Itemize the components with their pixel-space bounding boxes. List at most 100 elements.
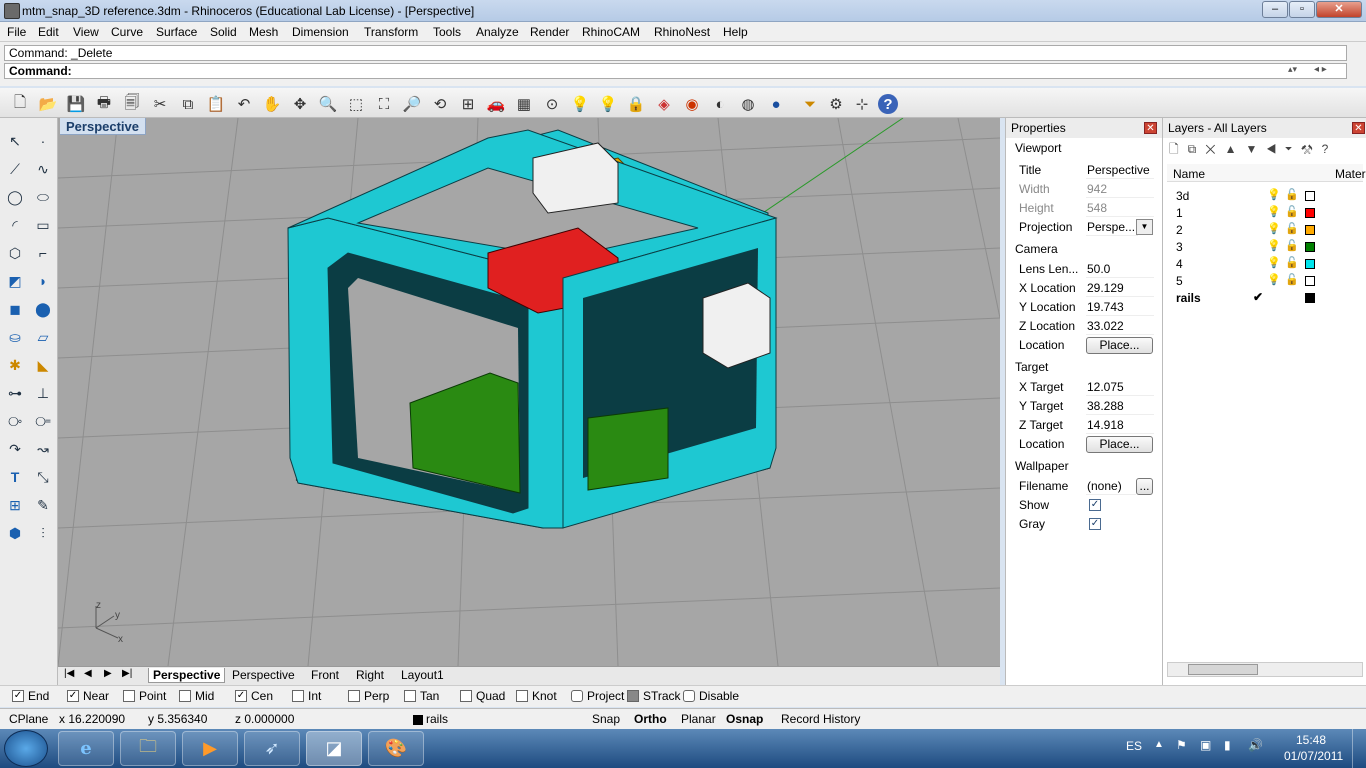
target-place-button[interactable]: Place... bbox=[1086, 436, 1153, 453]
internet-explorer-icon[interactable]: e bbox=[58, 731, 114, 766]
filter-layer-icon[interactable]: ⏷ bbox=[1285, 142, 1301, 156]
osnap-end[interactable]: ✓ End bbox=[12, 689, 49, 703]
ellipse-icon[interactable]: ⬭ bbox=[32, 186, 54, 208]
menu-surface[interactable]: Surface bbox=[156, 25, 197, 39]
menu-help[interactable]: Help bbox=[723, 25, 748, 39]
lock-icon[interactable]: 🔒 bbox=[626, 94, 646, 114]
layers-close-icon[interactable]: ✕ bbox=[1352, 122, 1365, 134]
array-icon[interactable]: ⊞ bbox=[4, 494, 26, 516]
scrollbar-thumb[interactable] bbox=[1188, 664, 1258, 675]
osnap-quad[interactable]: Quad bbox=[460, 689, 505, 703]
projection-dropdown-icon[interactable]: ▼ bbox=[1136, 219, 1153, 235]
last-tab-icon[interactable]: ▶| bbox=[122, 668, 132, 679]
show-desktop-button[interactable] bbox=[1352, 729, 1366, 768]
gray-checkbox[interactable]: ✓ bbox=[1089, 518, 1101, 530]
polygon-icon[interactable]: ⬡ bbox=[4, 242, 26, 264]
osnap-tan[interactable]: Tan bbox=[404, 689, 439, 703]
osnap-strack[interactable]: STrack bbox=[627, 689, 681, 703]
layer-row[interactable]: 3d 💡 🔓 bbox=[1167, 187, 1363, 204]
command-prompt[interactable]: Command: bbox=[4, 63, 1347, 79]
device-icon[interactable]: ▣ bbox=[1200, 738, 1211, 752]
action-center-flag-icon[interactable]: ⚑ bbox=[1176, 738, 1187, 752]
snap-toggle[interactable]: Snap bbox=[592, 712, 620, 726]
four-viewports-icon[interactable]: ⊞ bbox=[458, 94, 478, 114]
current-layer-label[interactable]: rails bbox=[426, 712, 448, 726]
osnap-perp[interactable]: Perp bbox=[348, 689, 389, 703]
fillet-icon[interactable]: ⌐ bbox=[32, 242, 54, 264]
options-gear-icon[interactable]: ⚙ bbox=[826, 94, 846, 114]
layer-color[interactable] bbox=[1305, 276, 1315, 286]
offset-icon[interactable]: ↷ bbox=[4, 438, 26, 460]
color-wheel-icon[interactable]: ◉ bbox=[682, 94, 702, 114]
layer-row[interactable]: 5 💡 🔓 bbox=[1167, 272, 1363, 289]
projection-select[interactable]: Perspe... bbox=[1086, 218, 1138, 236]
cut-icon[interactable]: ✂ bbox=[150, 94, 170, 114]
join-icon[interactable]: ⧃ bbox=[32, 410, 54, 432]
viewport-title[interactable]: Perspective bbox=[60, 118, 146, 135]
move-icon[interactable]: ⊶ bbox=[4, 382, 26, 404]
unlock-icon[interactable]: 🔓 bbox=[1285, 256, 1299, 269]
wireframe-sphere-icon[interactable]: ◍ bbox=[738, 94, 758, 114]
xtarget-field[interactable]: 12.075 bbox=[1086, 378, 1154, 396]
network-icon[interactable]: ▮ bbox=[1224, 738, 1231, 752]
properties-close-icon[interactable]: ✕ bbox=[1144, 122, 1157, 134]
tab-layout1[interactable]: Layout1 bbox=[401, 668, 444, 682]
title-field[interactable]: Perspective bbox=[1086, 161, 1154, 179]
menu-render[interactable]: Render bbox=[530, 25, 569, 39]
text-icon[interactable]: T bbox=[4, 466, 26, 488]
show-hidden-icons[interactable]: ▲ bbox=[1154, 739, 1164, 750]
bulb-on-icon[interactable]: 💡 bbox=[1267, 188, 1281, 201]
current-layer-swatch[interactable] bbox=[413, 715, 423, 725]
paste-icon[interactable]: 📋 bbox=[206, 94, 226, 114]
zoom-extents-icon[interactable]: ⛶ bbox=[374, 94, 394, 114]
layers-scrollbar[interactable] bbox=[1167, 662, 1363, 677]
volume-icon[interactable]: 🔊 bbox=[1248, 738, 1263, 752]
curve-icon[interactable]: ∿ bbox=[32, 158, 54, 180]
circle-icon[interactable]: ◯ bbox=[4, 186, 26, 208]
layer-color[interactable] bbox=[1305, 225, 1315, 235]
osnap-toggle[interactable]: Osnap bbox=[726, 712, 763, 726]
undo-view-icon[interactable]: ⟲ bbox=[430, 94, 450, 114]
show-checkbox[interactable]: ✓ bbox=[1089, 499, 1101, 511]
mesh-icon[interactable]: ▱ bbox=[32, 326, 54, 348]
zoom-selected-icon[interactable]: 🔎 bbox=[402, 94, 422, 114]
tab-right[interactable]: Right bbox=[356, 668, 384, 682]
new-file-icon[interactable]: 🗋 bbox=[10, 94, 30, 114]
camera-place-button[interactable]: Place... bbox=[1086, 337, 1153, 354]
layer-color[interactable] bbox=[1305, 208, 1315, 218]
render-sphere-icon[interactable]: ● bbox=[766, 94, 786, 114]
polyline-icon[interactable]: ⟋ bbox=[4, 158, 26, 180]
browse-button[interactable]: ... bbox=[1136, 478, 1153, 495]
menu-curve[interactable]: Curve bbox=[111, 25, 143, 39]
menu-solid[interactable]: Solid bbox=[210, 25, 237, 39]
group-icon[interactable]: ⧂ bbox=[4, 410, 26, 432]
column-name[interactable]: Name bbox=[1173, 167, 1205, 181]
bulb-on-icon[interactable]: 💡 bbox=[1267, 222, 1281, 235]
rotate-view-icon[interactable]: ✥ bbox=[290, 94, 310, 114]
maximize-button[interactable]: ▫ bbox=[1289, 1, 1315, 18]
layer-row[interactable]: 4 💡 🔓 bbox=[1167, 255, 1363, 272]
transform-icon[interactable]: ✱ bbox=[4, 354, 26, 376]
undo-icon[interactable]: ↶ bbox=[234, 94, 254, 114]
menu-rhinocam[interactable]: RhinoCAM bbox=[582, 25, 640, 39]
planar-toggle[interactable]: Planar bbox=[681, 712, 716, 726]
bulb-on-icon[interactable]: 💡 bbox=[1267, 239, 1281, 252]
model-scene[interactable]: z y x bbox=[58, 118, 1000, 666]
move-down-icon[interactable]: ▼ bbox=[1246, 142, 1267, 156]
ztarget-field[interactable]: 14.918 bbox=[1086, 416, 1154, 434]
cylinder-icon[interactable]: ⛀ bbox=[4, 326, 26, 348]
unlock-icon[interactable]: 🔓 bbox=[1285, 222, 1299, 235]
command-arrows-icon[interactable]: ◂ ▸ bbox=[1314, 64, 1327, 75]
bulb-on-icon[interactable]: 💡 bbox=[1267, 205, 1281, 218]
bulb-icon[interactable]: 💡 bbox=[598, 94, 618, 114]
surface-icon[interactable]: ◩ bbox=[4, 270, 26, 292]
rhino-app-icon[interactable] bbox=[4, 3, 20, 19]
menu-edit[interactable]: Edit bbox=[38, 25, 59, 39]
close-button[interactable]: ✕ bbox=[1316, 1, 1362, 18]
command-scroll-icon[interactable]: ▴▾ bbox=[1288, 64, 1297, 75]
zoom-window-icon[interactable]: ⬚ bbox=[346, 94, 366, 114]
snap-grid-icon[interactable]: ⫶ bbox=[32, 522, 54, 544]
yloc-field[interactable]: 19.743 bbox=[1086, 298, 1154, 316]
move-up-icon[interactable]: ▲ bbox=[1225, 142, 1246, 156]
tab-perspective-active[interactable]: Perspective bbox=[148, 668, 226, 683]
